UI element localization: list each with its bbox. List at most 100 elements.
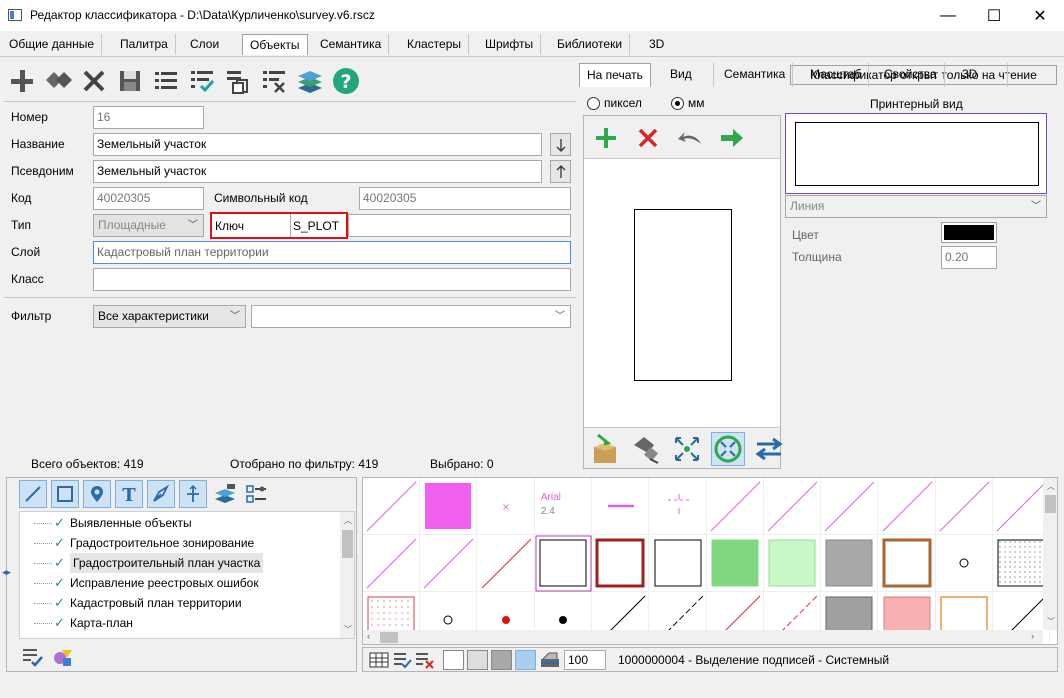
palette-cell[interactable] (821, 535, 879, 592)
stamp-icon[interactable] (629, 432, 663, 466)
import-box-icon[interactable] (588, 432, 622, 466)
bg-white-button[interactable] (443, 650, 464, 670)
alias-field[interactable]: Земельный участок (93, 160, 542, 183)
template-tool-icon[interactable] (179, 480, 207, 508)
tree-item[interactable]: ✓ Карта-план (34, 613, 339, 633)
tab-properties[interactable]: Свойства (877, 63, 945, 87)
tab-scale[interactable]: Масштаб (803, 63, 870, 87)
palette-cell[interactable] (420, 535, 478, 592)
arrow-right-icon[interactable] (718, 124, 746, 152)
palette-cell[interactable] (936, 535, 993, 592)
palette-cell[interactable] (649, 535, 707, 592)
grid-vscrollbar[interactable]: ︿ ﹀ (1043, 478, 1057, 630)
layers-icon[interactable] (296, 67, 324, 95)
tab-general[interactable]: Общие данные (2, 34, 103, 55)
splitter-handle-icon[interactable]: ◂▸ (2, 567, 11, 578)
line-combo[interactable]: Линия ﹀ (785, 195, 1047, 218)
palette-cell[interactable]: Arial 2.4 (534, 478, 592, 535)
tab-palette[interactable]: Палитра (113, 34, 176, 55)
tab-print[interactable]: На печать (579, 63, 651, 87)
key-value[interactable]: S_PLOT (293, 219, 339, 233)
grid-hscroll-thumb[interactable] (380, 632, 398, 643)
tab-view[interactable]: Вид (663, 63, 714, 87)
unit-pixel-radio[interactable]: пиксел (587, 96, 642, 110)
vector-tool-icon[interactable] (147, 480, 175, 508)
bg-blue-button[interactable] (515, 650, 536, 670)
tree-item[interactable]: ✓ Кадастровый план территории (34, 593, 339, 613)
unit-mm-radio[interactable]: мм (671, 96, 705, 110)
undo-icon[interactable] (676, 124, 704, 152)
help-icon[interactable]: ? (332, 67, 360, 95)
palette-cell[interactable] (764, 535, 822, 592)
text-tool-icon[interactable]: T (115, 480, 143, 508)
check-list-icon[interactable] (393, 651, 413, 672)
bg-gray-button[interactable] (491, 650, 512, 670)
thickness-field[interactable]: 0.20 (941, 246, 997, 269)
palette-cell[interactable]: × (477, 478, 535, 535)
key-field-extension[interactable] (348, 214, 571, 237)
delete-icon[interactable] (634, 124, 662, 152)
close-button[interactable]: ✕ (1017, 0, 1063, 31)
tab-clusters[interactable]: Кластеры (400, 34, 469, 55)
filter-value-combo[interactable]: ﹀ (251, 305, 571, 328)
grid-hscrollbar[interactable]: ‹ › (363, 630, 1043, 644)
filter-combo[interactable]: Все характеристики ﹀ (93, 305, 246, 328)
zoom-field[interactable]: 100 (564, 650, 606, 670)
tree-scrollbar-thumb[interactable] (342, 530, 353, 558)
layers-list-icon[interactable] (211, 480, 239, 508)
line-tool-icon[interactable] (19, 480, 47, 508)
shapes-icon[interactable] (51, 645, 75, 669)
maximize-button[interactable]: ☐ (971, 0, 1017, 31)
palette-cell[interactable] (993, 535, 1051, 592)
palette-cell[interactable] (363, 478, 420, 535)
tree-item[interactable]: ✓ Выявленные объекты (34, 513, 339, 533)
layer-field[interactable]: Кадастровый план территории (93, 241, 571, 264)
area-tool-icon[interactable] (51, 480, 79, 508)
list-delete-icon[interactable] (260, 67, 288, 95)
palette-cell[interactable] (878, 535, 936, 592)
name-field[interactable]: Земельный участок (93, 133, 542, 156)
tree-item[interactable]: ✓ Градостроительное зонирование (34, 533, 339, 553)
type-combo[interactable]: Площадные ﹀ (93, 214, 204, 237)
tree-item[interactable]: ✓ Градостроительный план участка (34, 553, 339, 573)
class-field[interactable] (93, 268, 571, 291)
swap-arrows-icon[interactable] (752, 432, 786, 466)
zoom-center-icon[interactable] (711, 432, 745, 466)
fit-extent-icon[interactable] (670, 432, 704, 466)
minimize-button[interactable]: — (925, 0, 971, 31)
palette-cell[interactable] (534, 535, 592, 592)
number-field[interactable]: 16 (93, 106, 204, 129)
palette-cell[interactable] (592, 535, 650, 592)
save-icon[interactable] (116, 67, 144, 95)
grid-vscroll-thumb[interactable] (1045, 495, 1056, 513)
tab-semantics-right[interactable]: Семантика (717, 63, 794, 87)
palette-cell[interactable] (706, 535, 764, 592)
tab-fonts[interactable]: Шрифты (478, 34, 542, 55)
palette-cell[interactable] (936, 478, 993, 535)
palette-cell[interactable] (706, 478, 764, 535)
scan-icon[interactable] (539, 650, 561, 673)
layer-settings-icon[interactable] (243, 480, 271, 508)
copy-objects-icon[interactable] (44, 67, 72, 95)
palette-cell[interactable] (764, 478, 822, 535)
palette-cell[interactable] (420, 478, 478, 535)
tree-item[interactable]: ✓Лесоустройство (34, 633, 339, 638)
tab-semantics[interactable]: Семантика (313, 34, 390, 55)
tab-3d[interactable]: 3D (642, 34, 671, 55)
add-icon[interactable] (8, 67, 36, 95)
palette-cell[interactable] (821, 478, 879, 535)
symcode-field[interactable]: 40020305 (359, 187, 571, 210)
checklist-icon[interactable] (21, 645, 45, 669)
palette-cell[interactable] (649, 478, 707, 535)
bg-light-gray-button[interactable] (467, 650, 488, 670)
point-tool-icon[interactable] (83, 480, 111, 508)
tree-scrollbar[interactable]: ︿ ﹀ (340, 512, 354, 638)
tab-3d-right[interactable]: 3D (955, 63, 1008, 87)
move-down-button[interactable] (550, 133, 571, 156)
palette-cell[interactable] (363, 535, 420, 592)
palette-cell[interactable] (993, 478, 1051, 535)
radio-pixel[interactable] (587, 96, 600, 110)
delete-icon[interactable] (80, 67, 108, 95)
radio-mm[interactable] (671, 96, 684, 110)
list-icon[interactable] (152, 67, 180, 95)
